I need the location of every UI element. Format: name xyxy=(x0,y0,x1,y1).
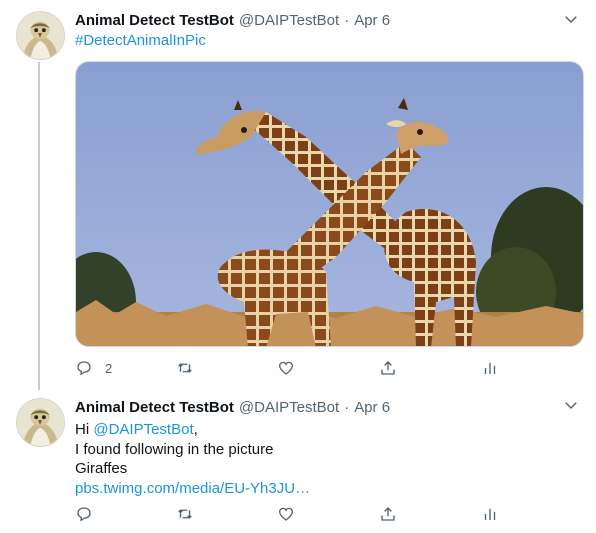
separator-dot: · xyxy=(344,398,350,416)
tweet-date[interactable]: Apr 6 xyxy=(354,12,390,29)
like-button[interactable] xyxy=(277,356,307,380)
author-handle[interactable]: @DAIPTestBot xyxy=(239,399,339,416)
retweet-button[interactable] xyxy=(176,502,206,526)
separator-dot: · xyxy=(344,11,350,29)
avatar[interactable] xyxy=(16,11,65,60)
tweet-media-image[interactable] xyxy=(75,61,584,347)
greeting-text: Hi xyxy=(75,421,94,438)
tweet-actions: 2 xyxy=(75,356,505,380)
reply-count: 2 xyxy=(105,360,113,376)
bar-chart-icon xyxy=(484,508,496,520)
bird-avatar-icon xyxy=(17,12,64,59)
hashtag-link[interactable]: #DetectAnimalInPic xyxy=(75,32,206,49)
tweet-text: Hi @DAIPTestBot, I found following in th… xyxy=(75,420,310,498)
retweet-button[interactable] xyxy=(176,356,206,380)
chevron-down-icon[interactable] xyxy=(562,396,580,414)
bar-chart-icon xyxy=(484,362,496,374)
chevron-down-icon[interactable] xyxy=(562,10,580,28)
heart-icon xyxy=(278,361,294,375)
avatar[interactable] xyxy=(16,398,65,447)
tweet-1[interactable]: Animal Detect TestBot @DAIPTestBot · Apr… xyxy=(0,0,596,390)
share-icon xyxy=(381,507,395,521)
giraffes-photo xyxy=(76,62,583,346)
tweet-header: Animal Detect TestBot @DAIPTestBot · Apr… xyxy=(75,10,556,30)
comma-text: , xyxy=(193,421,198,438)
tweet-header: Animal Detect TestBot @DAIPTestBot · Apr… xyxy=(75,397,556,417)
retweet-icon xyxy=(178,509,192,519)
tweet-2[interactable]: Animal Detect TestBot @DAIPTestBot · Apr… xyxy=(0,390,596,533)
reply-icon xyxy=(77,507,91,522)
retweet-icon xyxy=(178,363,192,373)
author-name[interactable]: Animal Detect TestBot xyxy=(75,399,234,416)
thread-line xyxy=(38,62,40,390)
reply-button[interactable] xyxy=(75,502,105,526)
author-name[interactable]: Animal Detect TestBot xyxy=(75,12,234,29)
mention-link[interactable]: @DAIPTestBot xyxy=(93,421,193,438)
tweet-text-line-2: I found following in the picture xyxy=(75,440,274,458)
share-button[interactable] xyxy=(379,502,397,526)
reply-icon xyxy=(77,361,91,376)
tweet-text-line-1: Hi @DAIPTestBot, xyxy=(75,420,310,440)
reply-button[interactable]: 2 xyxy=(75,356,112,380)
tweet-text-line-3: Giraffes xyxy=(75,460,128,477)
share-button[interactable] xyxy=(379,356,397,380)
analytics-button[interactable] xyxy=(481,502,499,526)
like-button[interactable] xyxy=(277,502,307,526)
heart-icon xyxy=(278,507,294,521)
tweet-date[interactable]: Apr 6 xyxy=(354,399,390,416)
analytics-button[interactable] xyxy=(481,356,499,380)
share-icon xyxy=(381,361,395,375)
media-url-link[interactable]: pbs.twimg.com/media/EU-Yh3JU… xyxy=(75,479,310,499)
bird-avatar-icon xyxy=(17,399,64,446)
author-handle[interactable]: @DAIPTestBot xyxy=(239,12,339,29)
tweet-actions xyxy=(75,502,505,526)
